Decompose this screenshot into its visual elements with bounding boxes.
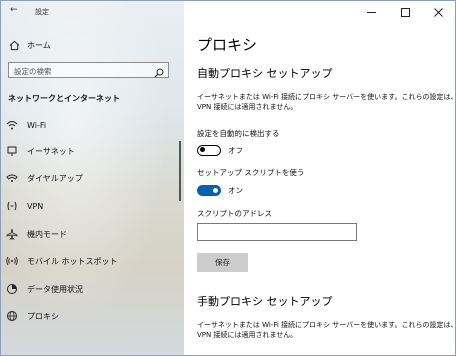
setup-script-toggle-row: オン [197,184,243,196]
search-placeholder: 設定の検索 [14,67,52,76]
toggle-knob [200,147,205,152]
home-icon [7,38,21,52]
auto-proxy-heading: 自動プロキシ セットアップ [197,67,333,80]
setup-script-label: セットアップ スクリプトを使う [197,168,305,177]
sidebar-item-dialup[interactable]: ダイヤルアップ [1,167,184,189]
detect-settings-state: オフ [228,145,243,155]
sidebar-item-label: Wi-Fi [27,120,47,130]
sidebar-scrollbar[interactable] [179,141,181,201]
window-title: 設定 [35,8,49,16]
sidebar-item-label: イーサネット [27,146,75,156]
data-usage-icon [5,282,19,296]
sidebar-item-label: データ使用状況 [27,284,83,294]
back-arrow-icon[interactable]: ← [10,5,18,15]
script-address-input[interactable] [197,223,357,241]
auto-proxy-description: イーサネットまたは Wi-Fi 接続にプロキシ サーバーを使います。これらの設定… [197,93,456,111]
page-title: プロキシ [197,36,258,54]
airplane-icon [5,227,19,241]
sidebar: ← 設定 ホーム 設定の検索 ネットワークとインターネット Wi-Fi イーサネ… [1,1,184,355]
setup-script-state: オン [228,185,243,195]
setup-script-toggle[interactable] [197,184,221,196]
main-content: プロキシ 自動プロキシ セットアップ イーサネットまたは Wi-Fi 接続にプロ… [184,1,455,355]
sidebar-item-ethernet[interactable]: イーサネット [1,140,184,162]
sidebar-item-label: プロキシ [27,311,59,321]
save-button[interactable]: 保存 [197,253,248,272]
search-icon[interactable] [153,64,165,78]
sidebar-home-label: ホーム [27,40,51,50]
sidebar-home[interactable]: ホーム [7,37,51,53]
sidebar-item-vpn[interactable]: VPN [1,195,184,217]
sidebar-item-hotspot[interactable]: モバイル ホットスポット [1,250,184,272]
sidebar-item-label: VPN [27,201,44,211]
sidebar-item-airplane[interactable]: 機内モード [1,223,184,245]
section-header: ネットワークとインターネット [8,94,120,103]
search-input[interactable]: 設定の検索 [8,62,169,78]
detect-settings-label: 設定を自動的に検出する [197,129,280,138]
sidebar-item-label: 機内モード [27,229,67,239]
sidebar-item-wifi[interactable]: Wi-Fi [1,114,184,136]
manual-proxy-heading: 手動プロキシ セットアップ [197,295,333,308]
wifi-icon [5,118,19,132]
script-address-label: スクリプトのアドレス [197,209,272,218]
settings-window: ← 設定 ホーム 設定の検索 ネットワークとインターネット Wi-Fi イーサネ… [0,0,456,356]
hotspot-icon [5,254,19,268]
sidebar-item-label: モバイル ホットスポット [27,256,118,266]
dialup-icon [5,171,19,185]
globe-icon [5,309,19,323]
toggle-knob [213,187,218,193]
sidebar-item-proxy[interactable]: プロキシ [1,305,184,327]
detect-settings-toggle-row: オフ [197,144,243,156]
detect-settings-toggle[interactable] [197,144,221,156]
vpn-icon [5,199,19,213]
ethernet-icon [5,144,19,158]
manual-proxy-description: イーサネットまたは Wi-Fi 接続にプロキシ サーバーを使います。これらの設定… [197,321,456,339]
sidebar-item-data-usage[interactable]: データ使用状況 [1,278,184,300]
sidebar-item-label: ダイヤルアップ [27,173,83,183]
